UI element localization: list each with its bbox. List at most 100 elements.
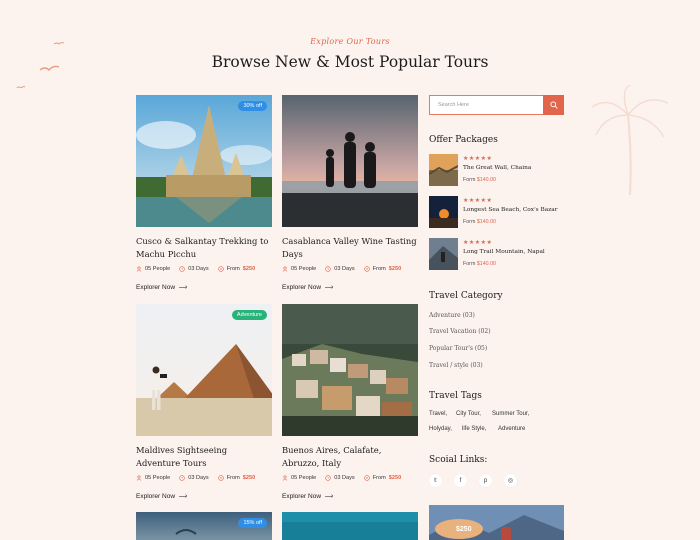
tour-image-sky[interactable]: 15% off (136, 512, 272, 540)
tour-meta: 05 People 03 Days From $250 (282, 266, 418, 272)
people-icon (282, 475, 288, 481)
tour-card[interactable]: Casablanca Valley Wine Tasting Days 05 P… (282, 95, 418, 291)
social-links-heading: Scoial Links: (429, 455, 488, 465)
category-link[interactable]: Travel Vacation (02) (429, 328, 491, 335)
arrow-right-icon: —› (179, 284, 187, 291)
facebook-icon[interactable]: f (454, 474, 467, 487)
package-name[interactable]: Longest Sea Beach, Cox's Bazar (463, 207, 557, 213)
tour-image-beach-family[interactable] (282, 95, 418, 227)
tour-title[interactable]: Buenos Aires, Calafate, Abruzzo, Italy (282, 444, 418, 470)
discount-badge: 30% off (238, 101, 267, 111)
tour-card[interactable]: Buenos Aires, Calafate, Abruzzo, Italy 0… (282, 304, 418, 500)
promo-price: $250 (456, 526, 472, 533)
tag-link[interactable]: City Tour, (456, 411, 481, 417)
arrow-right-icon: —› (325, 284, 333, 291)
explore-label: Explorer Now (136, 284, 176, 291)
tag-link[interactable]: Summer Tour, (492, 411, 529, 417)
tag-link[interactable]: Adventure (498, 426, 525, 432)
package-price: $140.00 (476, 177, 496, 183)
category-badge: Adventure (231, 310, 267, 320)
price-tag-icon (218, 475, 224, 481)
offer-package-item[interactable]: ★★★★★ Longest Sea Beach, Cox's Bazar For… (429, 196, 569, 228)
tour-image-sea[interactable] (282, 512, 418, 540)
tour-title[interactable]: Cusco & Salkantay Trekking to Machu Picc… (136, 235, 272, 261)
rating-stars: ★★★★★ (463, 240, 493, 246)
arrow-right-icon: —› (325, 493, 333, 500)
clock-icon (179, 475, 185, 481)
tour-image-temple[interactable]: 30% off (136, 95, 272, 227)
tour-card[interactable]: 30% off Cusco & Salkantay Trekking to Ma… (136, 95, 272, 291)
tour-card[interactable]: 15% off (136, 512, 272, 540)
tour-meta: 05 People 03 Days From $250 (282, 475, 418, 481)
offer-package-item[interactable]: ★★★★★ The Great Wall, Chaina Form $140.0… (429, 154, 569, 186)
clock-icon (325, 475, 331, 481)
travel-tags-heading: Travel Tags (429, 391, 482, 401)
section-title: Browse New & Most Popular Tours (211, 53, 489, 71)
people-icon (136, 266, 142, 272)
tag-link[interactable]: Holyday, (429, 426, 452, 432)
tour-meta: 05 People 03 Days From $250 (136, 475, 272, 481)
tour-image-hill-town[interactable] (282, 304, 418, 436)
clock-icon (179, 266, 185, 272)
tour-card[interactable] (282, 512, 418, 540)
category-link[interactable]: Travel / style (03) (429, 362, 483, 369)
rating-stars: ★★★★★ (463, 156, 493, 162)
explore-link[interactable]: Explorer Now —› (136, 284, 272, 291)
pinterest-icon[interactable]: p (479, 474, 492, 487)
tour-days: 03 Days (334, 475, 355, 481)
tour-people: 05 People (291, 475, 317, 481)
tour-from-label: From (372, 475, 386, 481)
tour-title[interactable]: Maldives Sightseeing Adventure Tours (136, 444, 272, 470)
arrow-right-icon: —› (179, 493, 187, 500)
tour-price: $250 (242, 266, 256, 272)
package-thumbnail[interactable] (429, 238, 458, 270)
people-icon (136, 475, 142, 481)
tour-people: 05 People (145, 266, 171, 272)
offer-package-item[interactable]: ★★★★★ Long Trail Mountain, Napal Form $1… (429, 238, 569, 270)
tour-from-label: From (226, 475, 240, 481)
package-price-row: Form $140.00 (463, 177, 496, 183)
search-box[interactable]: Search Here (429, 95, 564, 115)
explore-label: Explorer Now (136, 493, 176, 500)
package-from-label: Form (463, 261, 476, 267)
tag-link[interactable]: life Style, (462, 426, 486, 432)
category-link[interactable]: Adventure (03) (429, 312, 475, 319)
search-button[interactable] (543, 95, 564, 115)
package-from-label: Form (463, 219, 476, 225)
tour-title[interactable]: Casablanca Valley Wine Tasting Days (282, 235, 418, 261)
explore-label: Explorer Now (282, 493, 322, 500)
twitter-icon[interactable]: 𝕥 (429, 474, 442, 487)
tour-days: 03 Days (188, 475, 209, 481)
package-price: $140.00 (476, 261, 496, 267)
explore-link[interactable]: Explorer Now —› (282, 284, 418, 291)
tour-card[interactable]: Adventure Maldives Sightseeing Adventure… (136, 304, 272, 500)
promo-banner[interactable]: $250 (429, 505, 564, 540)
package-from-label: Form (463, 177, 476, 183)
tour-people: 05 People (291, 266, 317, 272)
people-icon (282, 266, 288, 272)
tag-link[interactable]: Travel, (429, 411, 447, 417)
section-header: Explore Our Tours Browse New & Most Popu… (0, 37, 700, 71)
package-name[interactable]: The Great Wall, Chaina (463, 165, 531, 171)
clock-icon (325, 266, 331, 272)
package-thumbnail[interactable] (429, 196, 458, 228)
package-name[interactable]: Long Trail Mountain, Napal (463, 249, 545, 255)
instagram-icon[interactable]: ◎ (504, 474, 517, 487)
explore-label: Explorer Now (282, 284, 322, 291)
rating-stars: ★★★★★ (463, 198, 493, 204)
tour-people: 05 People (145, 475, 171, 481)
search-input[interactable]: Search Here (438, 102, 469, 108)
explore-link[interactable]: Explorer Now —› (136, 493, 272, 500)
explore-link[interactable]: Explorer Now —› (282, 493, 418, 500)
price-tag-icon (218, 266, 224, 272)
tour-from-label: From (226, 266, 240, 272)
discount-badge: 15% off (238, 518, 267, 528)
package-price-row: Form $140.00 (463, 261, 496, 267)
package-thumbnail[interactable] (429, 154, 458, 186)
search-icon (549, 101, 558, 109)
category-link[interactable]: Popular Tour's (05) (429, 345, 487, 352)
tour-days: 03 Days (188, 266, 209, 272)
tour-image-pyramids[interactable]: Adventure (136, 304, 272, 436)
offer-packages-heading: Offer Packages (429, 135, 498, 145)
tour-price: $250 (388, 266, 402, 272)
